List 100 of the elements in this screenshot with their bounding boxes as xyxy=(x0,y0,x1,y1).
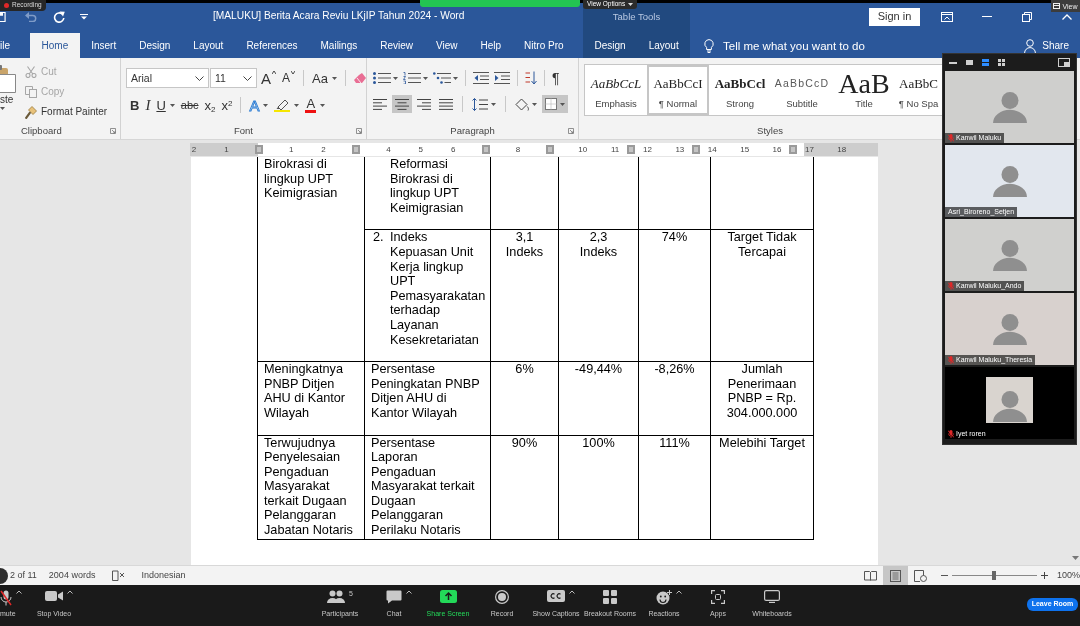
zoom-level[interactable]: 100% xyxy=(1056,570,1080,581)
ribbon-tab[interactable]: Mailings xyxy=(309,33,369,58)
ribbon-tab[interactable]: ile xyxy=(0,33,30,58)
column-marker-icon[interactable] xyxy=(789,145,798,154)
person-silhouette-icon xyxy=(992,164,1027,198)
multilevel-list-button[interactable] xyxy=(432,70,459,86)
subscript-button[interactable]: x$_{2}$ xyxy=(202,96,218,114)
increase-indent-icon xyxy=(494,72,510,84)
column-marker-icon[interactable] xyxy=(351,145,360,154)
window-icon xyxy=(1053,3,1061,9)
font-color-button[interactable]: A xyxy=(303,96,328,114)
line-spacing-button[interactable] xyxy=(469,95,499,113)
table-entry: Target Tidak Tercapai xyxy=(727,230,797,260)
window-title: [MALUKU] Berita Acara Reviu LKjIP Tahun 2024 - Word xyxy=(213,10,465,22)
align-left-icon xyxy=(373,98,387,110)
captions-icon xyxy=(547,590,565,602)
chevron-up-icon[interactable] xyxy=(1062,13,1072,20)
grow-font-button[interactable]: A xyxy=(259,68,278,88)
style-option[interactable]: AaBbCcD Subtitle xyxy=(771,65,833,115)
word-count[interactable]: 2004 words xyxy=(48,570,96,581)
person-silhouette-icon xyxy=(992,390,1027,423)
font-size-dropdown[interactable]: 11 xyxy=(210,68,257,88)
save-icon[interactable] xyxy=(0,11,6,22)
column-marker-icon[interactable] xyxy=(254,145,263,154)
increase-indent-button[interactable] xyxy=(493,70,511,86)
numbering-button[interactable] xyxy=(402,70,429,86)
chat-bubble-icon xyxy=(386,590,402,604)
ribbon-tab[interactable]: Insert xyxy=(79,33,128,58)
zoom-in-icon[interactable] xyxy=(1040,572,1048,579)
ribbon-display-options-icon[interactable] xyxy=(941,11,953,22)
ribbon-tab[interactable]: Layout xyxy=(181,33,235,58)
bold-button[interactable]: B xyxy=(128,96,142,114)
ribbon-tab[interactable]: Review xyxy=(368,33,425,58)
shrink-font-button[interactable]: A xyxy=(280,68,298,88)
language-label[interactable]: Indonesian xyxy=(141,570,186,581)
borders-button[interactable] xyxy=(542,95,568,113)
customize-toolbar-icon[interactable] xyxy=(80,13,88,20)
dropdown-arrow-icon xyxy=(453,76,458,80)
table-entry: 6% xyxy=(515,362,534,377)
table-entry: 74% xyxy=(661,230,688,245)
style-option[interactable]: AaBbCcI ¶ Normal xyxy=(647,65,709,115)
center-button[interactable] xyxy=(392,95,412,113)
list-view-icon[interactable] xyxy=(982,59,989,66)
font-name-dropdown[interactable]: Arial xyxy=(126,68,209,88)
dialog-launcher-icon[interactable] xyxy=(356,128,362,134)
page-icon xyxy=(889,569,901,582)
style-option[interactable]: AaBbCcl Strong xyxy=(709,65,771,115)
proofing-icon[interactable] xyxy=(112,570,126,581)
column-marker-icon[interactable] xyxy=(627,145,636,154)
table-entry: -8,26% xyxy=(654,362,695,377)
italic-button[interactable]: I xyxy=(143,96,153,114)
share-button[interactable]: Share xyxy=(1024,38,1069,53)
ribbon-tab[interactable]: References xyxy=(234,33,310,58)
grid-view-icon[interactable] xyxy=(998,59,1005,66)
tell-me-search-field[interactable]: Tell me what you want to do xyxy=(723,37,873,54)
underline-button[interactable]: U xyxy=(154,96,177,114)
dialog-launcher-icon[interactable] xyxy=(110,128,116,134)
ribbon-tab[interactable]: Design xyxy=(583,33,638,58)
bullets-button[interactable] xyxy=(372,70,399,86)
minimize-icon[interactable] xyxy=(949,61,957,64)
sort-button[interactable] xyxy=(524,70,538,86)
show-formatting-button[interactable]: ¶ xyxy=(551,70,561,86)
style-option[interactable]: AaBbC ¶ No Spa xyxy=(895,65,942,115)
ribbon-tab[interactable]: Layout xyxy=(637,33,691,58)
dialog-launcher-icon[interactable] xyxy=(568,128,574,134)
ribbon-tab[interactable]: Home xyxy=(30,33,80,58)
ribbon-tab[interactable]: Design xyxy=(127,33,182,58)
strikethrough-button[interactable]: abc xyxy=(178,96,201,114)
slider-thumb[interactable] xyxy=(992,571,997,580)
superscript-button[interactable]: x$^{2}$ xyxy=(219,96,235,114)
paste-button[interactable]: ste xyxy=(0,62,18,123)
caret-up-icon xyxy=(676,590,682,594)
ribbon-tab[interactable]: View xyxy=(424,33,469,58)
window-icon[interactable] xyxy=(1058,58,1070,67)
group-label: Clipboard xyxy=(21,125,62,137)
sign-in-button[interactable]: Sign in xyxy=(869,7,920,26)
caret-up-icon xyxy=(406,590,412,594)
repeat-icon[interactable] xyxy=(53,10,65,23)
page-count[interactable]: 2 of 11 xyxy=(10,570,37,581)
format-painter-button[interactable]: Format Painter xyxy=(25,102,108,122)
recording-dot-icon xyxy=(4,3,9,8)
decrease-indent-button[interactable] xyxy=(472,70,490,86)
restore-icon[interactable] xyxy=(1022,11,1032,22)
context-tab-label: Table Tools xyxy=(612,10,661,23)
style-option[interactable]: AaBbCcL Emphasis xyxy=(585,65,647,115)
scroll-down-arrow-icon[interactable] xyxy=(1072,556,1079,560)
ribbon-tab[interactable]: Nitro Pro xyxy=(512,33,576,58)
record-icon xyxy=(495,590,509,604)
ribbon-tab[interactable]: Help xyxy=(469,33,513,58)
column-marker-icon[interactable] xyxy=(546,145,555,154)
chevron-down-icon xyxy=(243,75,252,81)
column-marker-icon[interactable] xyxy=(692,145,701,154)
muted-microphone-icon xyxy=(948,356,954,364)
style-option[interactable]: AaB Title xyxy=(833,65,895,115)
print-layout-button[interactable] xyxy=(882,566,908,585)
column-marker-icon[interactable] xyxy=(481,145,490,154)
person-silhouette-icon xyxy=(992,312,1027,346)
ruler-number: 1 xyxy=(288,145,294,154)
borders-icon xyxy=(545,98,557,110)
change-case-button[interactable]: Aa xyxy=(310,68,339,88)
